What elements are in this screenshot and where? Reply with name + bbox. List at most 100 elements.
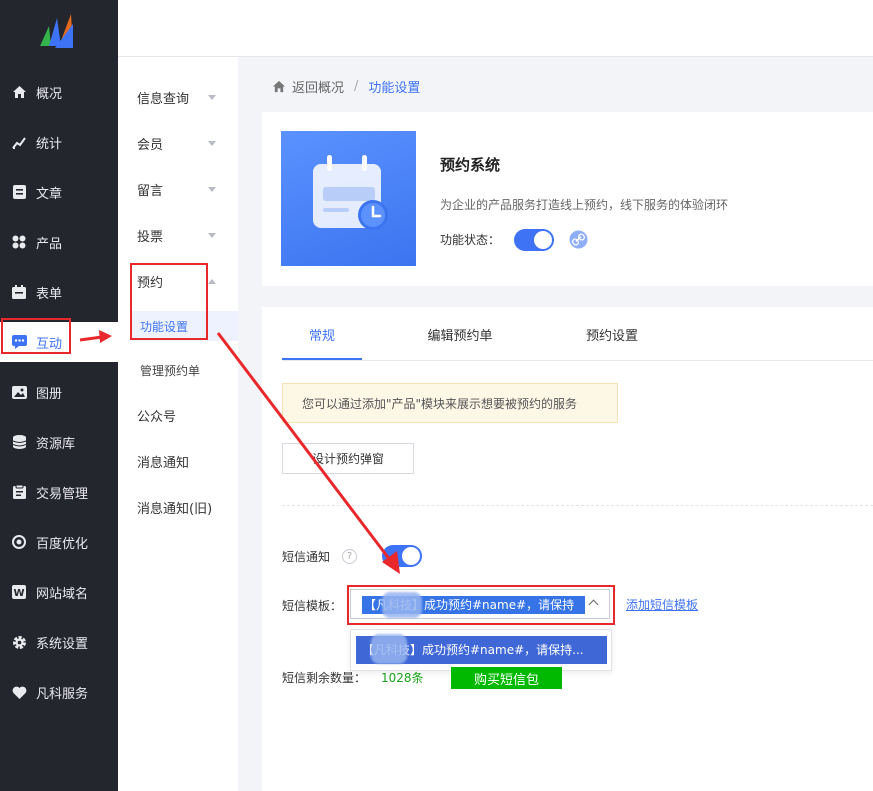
- link-icon[interactable]: [569, 230, 588, 249]
- help-icon[interactable]: ?: [342, 549, 357, 564]
- sidebar-item-seo[interactable]: 百度优化: [0, 522, 118, 562]
- sidebar-item-service[interactable]: 凡科服务: [0, 672, 118, 712]
- submenu-item-label: 留言: [137, 183, 164, 199]
- add-sms-template-link[interactable]: 添加短信模板: [626, 596, 698, 613]
- sidebar-item-stats[interactable]: 统计: [0, 122, 118, 162]
- sidebar-item-form[interactable]: 表单: [0, 272, 118, 312]
- seo-icon: [11, 534, 27, 550]
- sub-menu: 信息查询 会员 留言 投票 预约 功能设置 管理预约单 公众号 消息通知 消息通…: [118, 57, 238, 791]
- submenu-item-booking[interactable]: 预约: [118, 261, 238, 301]
- submenu-item-label: 会员: [137, 137, 164, 153]
- sidebar-item-article[interactable]: 文章: [0, 172, 118, 212]
- sidebar-item-settings[interactable]: 系统设置: [0, 622, 118, 662]
- sidebar-item-overview[interactable]: 概况: [0, 72, 118, 112]
- submenu-item-label: 消息通知(旧): [137, 501, 213, 517]
- svg-text:W: W: [13, 588, 24, 599]
- database-icon: [11, 434, 27, 450]
- heart-icon: [11, 684, 27, 700]
- submenu-item-notification[interactable]: 消息通知: [118, 441, 238, 481]
- main-sidebar: 概况 统计 文章 产品 表单 互动 图册 资源库 交易管理 百度优化 W 网站域…: [0, 0, 118, 791]
- album-icon: [11, 384, 27, 400]
- submenu-item-message[interactable]: 留言: [118, 169, 238, 209]
- submenu-item-member[interactable]: 会员: [118, 123, 238, 163]
- submenu-item-label: 功能设置: [140, 319, 189, 334]
- sidebar-item-domain[interactable]: W 网站域名: [0, 572, 118, 612]
- sidebar-item-label: 系统设置: [36, 636, 89, 652]
- sidebar-item-product[interactable]: 产品: [0, 222, 118, 262]
- sidebar-item-trade[interactable]: 交易管理: [0, 472, 118, 512]
- app-info-card: 预约系统 为企业的产品服务打造线上预约，线下服务的体验闭环 功能状态：: [262, 112, 873, 286]
- sidebar-item-label: 百度优化: [36, 536, 89, 552]
- app-description: 为企业的产品服务打造线上预约，线下服务的体验闭环: [440, 198, 729, 212]
- submenu-item-label: 消息通知: [137, 455, 190, 471]
- chat-icon: [11, 334, 27, 350]
- trade-icon: [11, 484, 27, 500]
- submenu-item-label: 信息查询: [137, 91, 190, 107]
- stats-icon: [11, 134, 27, 150]
- design-popup-button[interactable]: 设计预约弹窗: [282, 443, 414, 474]
- article-icon: [11, 184, 27, 200]
- breadcrumb: 返回概况 / 功能设置: [272, 76, 420, 96]
- sms-remaining-label: 短信剩余数量：: [282, 671, 367, 685]
- status-label: 功能状态：: [440, 233, 501, 247]
- submenu-item-label: 管理预约单: [140, 363, 201, 378]
- chevron-down-icon: [208, 141, 216, 146]
- submenu-item-manage-bookings[interactable]: 管理预约单: [130, 355, 238, 385]
- submenu-item-vote[interactable]: 投票: [118, 215, 238, 255]
- sms-template-select[interactable]: 【凡科技】成功预约#name#，请保持: [350, 589, 610, 619]
- form-icon: [11, 284, 27, 300]
- settings-card: 常规 编辑预约单 预约设置 您可以通过添加"产品"模块来展示想要被预约的服务 设…: [262, 307, 873, 791]
- chevron-down-icon: [208, 233, 216, 238]
- submenu-item-info-query[interactable]: 信息查询: [118, 77, 238, 117]
- breadcrumb-current: 功能设置: [368, 80, 421, 96]
- product-icon: [11, 234, 27, 250]
- sidebar-item-label: 交易管理: [36, 486, 89, 502]
- submenu-item-feature-settings[interactable]: 功能设置: [130, 311, 238, 341]
- sms-remaining-count: 1028条: [381, 671, 424, 685]
- breadcrumb-separator: /: [354, 78, 359, 94]
- home-icon: [11, 84, 27, 100]
- submenu-item-notification-old[interactable]: 消息通知(旧): [118, 487, 238, 527]
- sidebar-item-label: 概况: [36, 86, 63, 102]
- redaction-blur: [371, 634, 407, 664]
- divider: [282, 505, 873, 506]
- sidebar-item-label: 产品: [36, 236, 63, 252]
- notice-banner: 您可以通过添加"产品"模块来展示想要被预约的服务: [282, 383, 618, 423]
- sidebar-item-label: 统计: [36, 136, 63, 152]
- sidebar-item-label: 表单: [36, 286, 63, 302]
- submenu-item-label: 投票: [137, 229, 164, 245]
- sidebar-item-label: 资源库: [36, 436, 76, 452]
- sidebar-item-resources[interactable]: 资源库: [0, 422, 118, 462]
- sms-notify-toggle[interactable]: [382, 545, 422, 567]
- sidebar-item-album[interactable]: 图册: [0, 372, 118, 412]
- calendar-icon: [281, 131, 416, 266]
- feature-status-toggle[interactable]: [514, 229, 554, 251]
- home-icon: [272, 80, 286, 92]
- active-tab-indicator: [282, 358, 362, 360]
- logo-icon: [40, 14, 73, 48]
- sidebar-item-label: 网站域名: [36, 586, 89, 602]
- breadcrumb-back-link[interactable]: 返回概况: [292, 77, 344, 96]
- tab-divider: [282, 360, 873, 361]
- sms-template-label: 短信模板：: [282, 599, 343, 613]
- tab-edit-booking-form[interactable]: 编辑预约单: [412, 307, 508, 361]
- sidebar-item-label: 文章: [36, 186, 63, 202]
- sidebar-item-label: 互动: [36, 336, 63, 352]
- submenu-item-label: 预约: [137, 275, 164, 291]
- buy-sms-pack-button[interactable]: 购买短信包: [451, 667, 562, 689]
- tab-booking-settings[interactable]: 预约设置: [562, 307, 662, 361]
- sidebar-item-interaction[interactable]: 互动: [0, 322, 118, 362]
- tab-general[interactable]: 常规: [282, 307, 362, 361]
- chevron-up-icon: [208, 279, 216, 284]
- top-bar: [118, 0, 873, 57]
- sidebar-item-label: 图册: [36, 386, 63, 402]
- domain-icon: W: [11, 584, 27, 600]
- app-title: 预约系统: [440, 156, 501, 174]
- submenu-item-label: 公众号: [137, 409, 177, 425]
- redaction-blur: [382, 592, 422, 618]
- sms-template-dropdown: 【凡科技】成功预约#name#，请保持...: [350, 629, 612, 671]
- chevron-up-icon: [588, 599, 599, 610]
- submenu-item-wechat[interactable]: 公众号: [118, 395, 238, 435]
- sms-notify-label: 短信通知: [282, 550, 331, 564]
- gear-icon: [11, 634, 27, 650]
